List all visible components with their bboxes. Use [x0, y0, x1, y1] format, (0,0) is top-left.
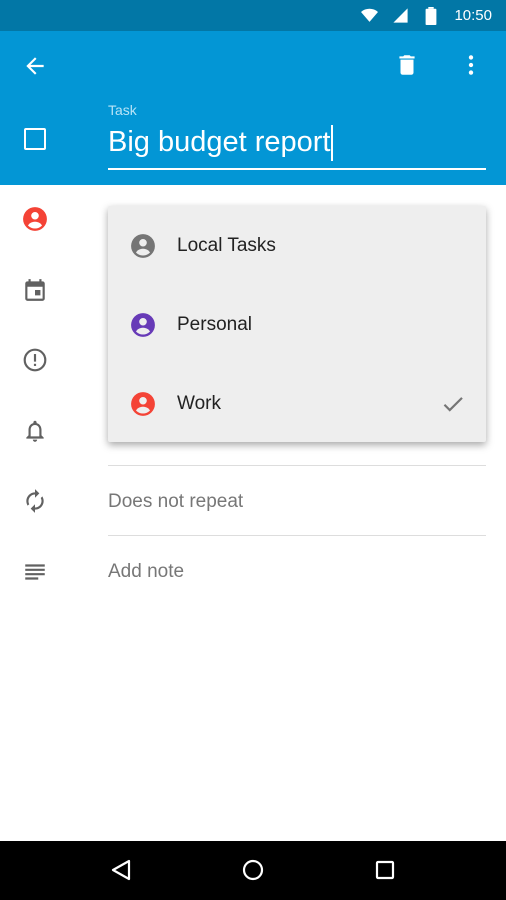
status-time: 10:50: [454, 7, 492, 24]
trash-icon[interactable]: [394, 52, 420, 78]
notes-icon[interactable]: [22, 559, 48, 585]
text-cursor: [331, 125, 334, 162]
repeat-row[interactable]: Does not repeat: [108, 491, 243, 513]
calendar-icon[interactable]: [22, 277, 48, 303]
add-note-field[interactable]: Add note: [108, 561, 184, 583]
battery-icon: [425, 7, 437, 25]
list-picker-menu: Local Tasks Personal Work: [108, 206, 486, 442]
signal-icon: [393, 8, 408, 23]
task-field-label: Task: [108, 102, 137, 118]
menu-item-personal[interactable]: Personal: [108, 285, 486, 363]
home-circle-icon[interactable]: [241, 858, 265, 882]
task-title-input[interactable]: Big budget report: [108, 120, 486, 170]
repeat-icon[interactable]: [22, 488, 48, 514]
wifi-icon: [361, 8, 378, 22]
divider: [108, 535, 486, 536]
account-icon[interactable]: [22, 206, 48, 232]
task-complete-checkbox[interactable]: [24, 128, 46, 150]
back-triangle-icon[interactable]: [109, 858, 133, 882]
status-bar: 10:50: [0, 0, 506, 31]
menu-item-work[interactable]: Work: [108, 364, 486, 442]
task-title-text: Big budget report: [108, 126, 331, 158]
account-icon: [131, 392, 155, 416]
recents-square-icon[interactable]: [373, 858, 397, 882]
check-icon: [443, 397, 463, 412]
divider: [108, 465, 486, 466]
menu-item-local-tasks[interactable]: Local Tasks: [108, 206, 486, 284]
system-nav-bar: [0, 841, 506, 900]
menu-item-label: Local Tasks: [177, 235, 276, 256]
back-arrow-icon[interactable]: [22, 53, 48, 79]
reminder-bell-icon[interactable]: [22, 418, 48, 444]
menu-item-label: Work: [177, 393, 221, 414]
priority-icon[interactable]: [22, 347, 48, 373]
more-vert-icon[interactable]: [458, 52, 484, 78]
account-icon: [131, 234, 155, 258]
menu-item-label: Personal: [177, 314, 252, 335]
account-icon: [131, 313, 155, 337]
